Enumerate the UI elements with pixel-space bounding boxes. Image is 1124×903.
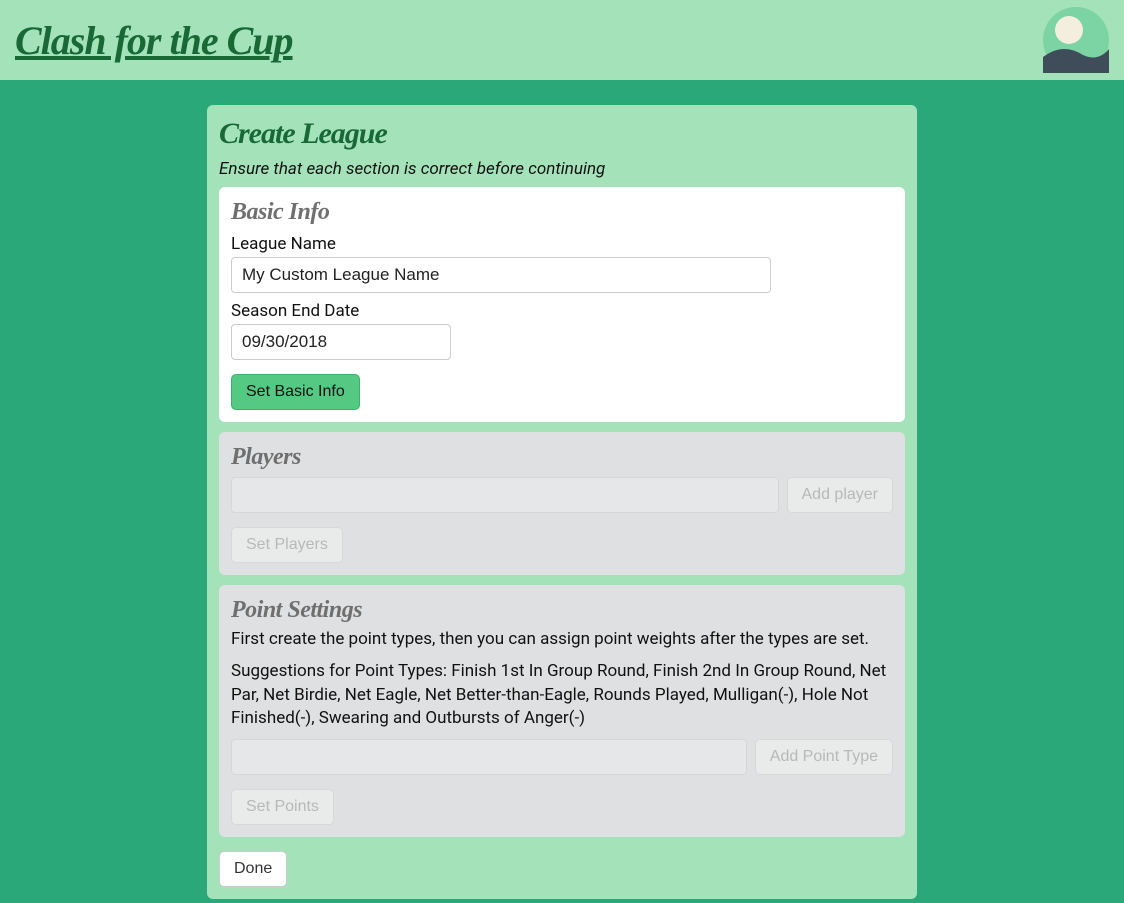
page-title: Create League [219, 117, 905, 151]
done-row: Done [219, 847, 905, 887]
site-logo [1043, 7, 1109, 73]
point-type-input[interactable] [231, 739, 747, 775]
point-settings-section: Point Settings First create the point ty… [219, 585, 905, 837]
set-players-button[interactable]: Set Players [231, 527, 343, 563]
header: Clash for the Cup [0, 0, 1124, 80]
content-area: Create League Ensure that each section i… [0, 80, 1124, 899]
point-suggestions: Suggestions for Point Types: Finish 1st … [231, 660, 893, 731]
set-basic-info-button[interactable]: Set Basic Info [231, 374, 360, 410]
players-section: Players Add player Set Players [219, 432, 905, 575]
add-player-button[interactable]: Add player [787, 477, 894, 513]
set-points-button[interactable]: Set Points [231, 789, 334, 825]
point-settings-title: Point Settings [231, 597, 893, 624]
season-end-input[interactable] [231, 324, 451, 360]
basic-info-title: Basic Info [231, 199, 893, 226]
add-point-type-button[interactable]: Add Point Type [755, 739, 893, 775]
player-name-input[interactable] [231, 477, 779, 513]
create-league-card: Create League Ensure that each section i… [207, 105, 917, 899]
season-end-label: Season End Date [231, 301, 893, 321]
players-title: Players [231, 444, 893, 471]
league-name-input[interactable] [231, 257, 771, 293]
league-name-label: League Name [231, 234, 893, 254]
done-button[interactable]: Done [219, 851, 287, 887]
point-instructions: First create the point types, then you c… [231, 628, 893, 652]
basic-info-section: Basic Info League Name Season End Date S… [219, 187, 905, 422]
page-subtitle: Ensure that each section is correct befo… [219, 159, 905, 179]
site-title-link[interactable]: Clash for the Cup [15, 17, 293, 64]
